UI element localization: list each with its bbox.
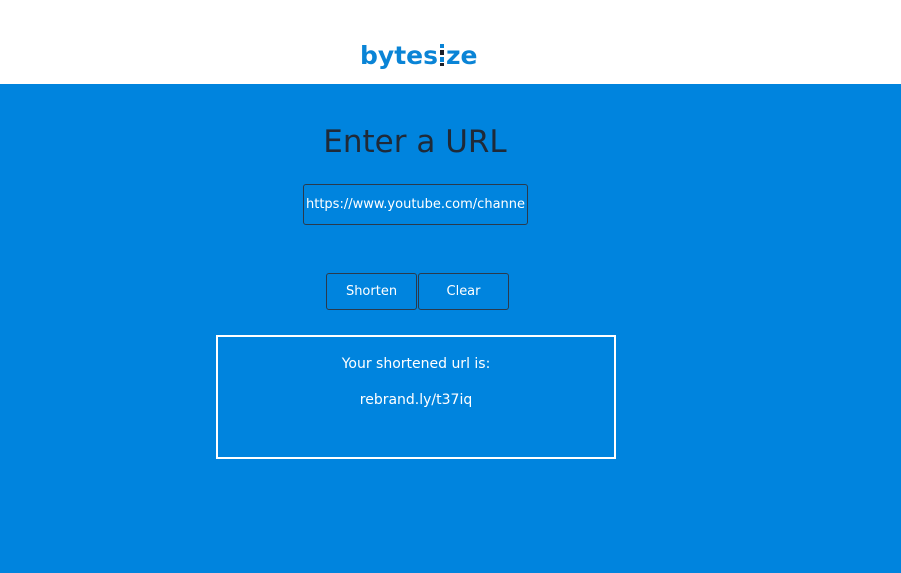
shortened-url[interactable]: rebrand.ly/t37iq bbox=[218, 391, 614, 409]
logo-text-suffix: ze bbox=[445, 41, 478, 70]
main-panel: Enter a URL Shorten Clear Your shortened… bbox=[0, 84, 901, 573]
logo-text-prefix: bytes bbox=[360, 41, 438, 70]
logo-i-glyph bbox=[439, 44, 445, 66]
site-header: bytes ze bbox=[0, 0, 901, 84]
result-label: Your shortened url is: bbox=[341, 356, 491, 372]
page-title: Enter a URL bbox=[323, 124, 507, 160]
url-input[interactable] bbox=[303, 184, 528, 225]
bytesize-logo[interactable]: bytes ze bbox=[360, 38, 478, 74]
clear-button[interactable]: Clear bbox=[418, 273, 509, 310]
shorten-button[interactable]: Shorten bbox=[326, 273, 417, 310]
result-box: Your shortened url is: rebrand.ly/t37iq bbox=[216, 335, 616, 459]
